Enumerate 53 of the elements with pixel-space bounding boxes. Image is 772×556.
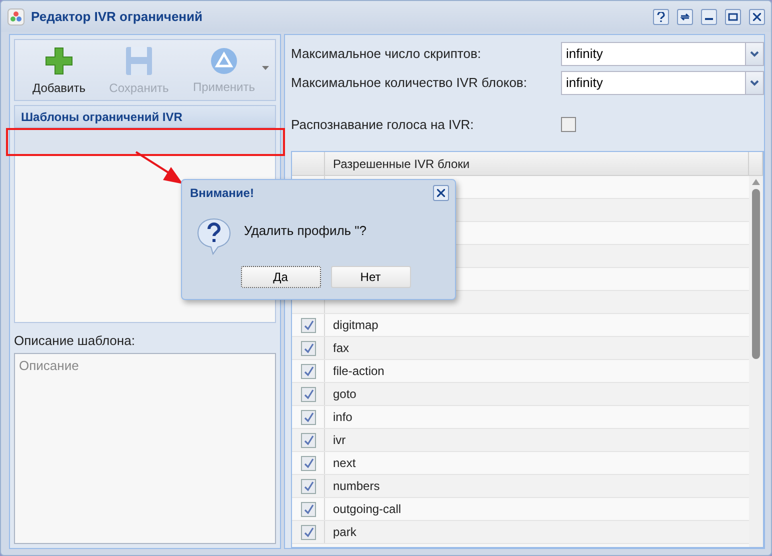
checkbox[interactable] — [561, 117, 576, 132]
row-checkbox[interactable] — [300, 432, 316, 448]
table-cell-text: ivr — [332, 432, 347, 449]
maximize-button[interactable] — [725, 8, 741, 24]
table-cell-text: goto — [332, 386, 358, 403]
table-cell-text: digitmap — [332, 317, 380, 334]
table-cell-text: outgoing-call — [332, 501, 402, 518]
app-icon — [7, 8, 25, 26]
row-checkbox[interactable] — [300, 524, 316, 540]
table-cell-text: park — [332, 524, 358, 541]
table-cell-text: info — [332, 409, 354, 426]
field-label: Распознавание голоса на IVR: — [291, 117, 475, 132]
close-button[interactable] — [749, 8, 765, 24]
select-field[interactable]: infinity — [561, 70, 764, 94]
close-button[interactable] — [433, 185, 449, 201]
plus-icon — [44, 46, 74, 76]
dropdown-icon[interactable] — [745, 72, 763, 94]
window-title: Редактор IVR ограничений — [31, 9, 204, 24]
swap-arrows-icon — [680, 12, 690, 22]
panel-header: Шаблоны ограничений IVR — [14, 105, 276, 127]
row-checkbox[interactable] — [300, 502, 316, 516]
minimize-button[interactable] — [701, 8, 717, 24]
refresh-button[interactable] — [677, 8, 693, 24]
dialog-button[interactable]: Да — [240, 266, 320, 288]
dropdown-icon[interactable] — [745, 42, 763, 64]
row-checkbox[interactable] — [300, 386, 316, 402]
field-label: Максимальное количество IVR блоков: — [291, 75, 528, 90]
table-cell-text: file-action — [332, 363, 386, 380]
row-checkbox[interactable] — [300, 478, 316, 494]
row-checkbox[interactable] — [300, 318, 316, 332]
description-label: Описание шаблона: — [14, 333, 136, 348]
maximize-icon — [728, 12, 738, 20]
scrollbar[interactable] — [749, 176, 763, 547]
dialog-message: Удалить профиль "? — [244, 222, 367, 238]
question-icon — [196, 217, 232, 255]
close-icon — [753, 12, 761, 20]
close-icon — [437, 189, 445, 197]
row-checkbox[interactable] — [300, 340, 316, 356]
table-cell-text: numbers — [332, 478, 381, 495]
dialog-title: Внимание! — [190, 186, 255, 200]
row-checkbox[interactable] — [300, 456, 316, 470]
description-field[interactable]: Описание — [14, 353, 276, 544]
help-button[interactable] — [653, 8, 669, 24]
table-cell-text: fax — [332, 340, 350, 357]
help-icon — [657, 12, 665, 22]
row-checkbox[interactable] — [300, 410, 316, 424]
row-checkbox[interactable] — [300, 364, 316, 378]
table-cell-text: next — [332, 455, 357, 472]
up-arrow-icon[interactable] — [752, 179, 760, 185]
select-field[interactable]: infinity — [561, 42, 764, 66]
toolbar-button[interactable]: Добавить — [19, 40, 99, 100]
field-label: Максимальное число скриптов: — [291, 46, 482, 61]
dialog-button[interactable]: Нет — [330, 266, 410, 288]
